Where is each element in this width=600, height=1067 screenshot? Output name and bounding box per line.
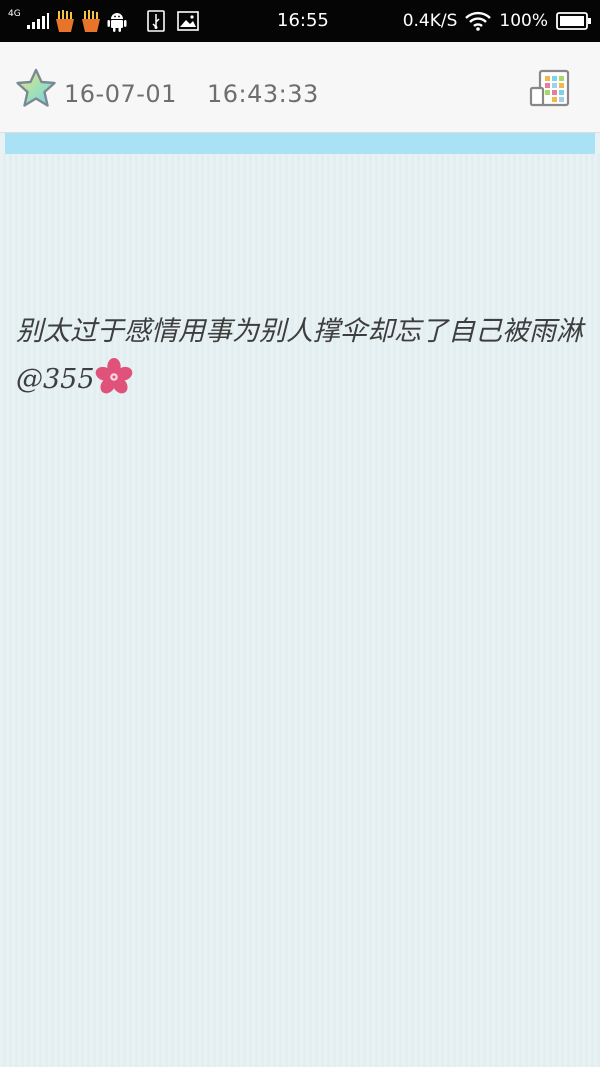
signal-icon <box>26 13 49 29</box>
status-left: 4G <box>8 0 199 42</box>
fries-icon <box>55 10 74 32</box>
note-time: 16:43:33 <box>207 80 319 108</box>
fries-icon <box>81 10 100 32</box>
battery-icon <box>556 12 591 30</box>
note-header: 16-07-01 16:43:33 <box>0 42 600 133</box>
status-time: 16:55 <box>277 10 329 31</box>
wifi-icon <box>465 11 492 31</box>
note-date: 16-07-01 <box>64 80 177 108</box>
accent-bar <box>5 133 595 154</box>
network-speed: 0.4K/S <box>402 11 458 31</box>
status-bar: 4G 16:55 0.4K/S 100% <box>0 0 600 42</box>
battery-level: 100% <box>499 11 548 31</box>
grid-icon[interactable] <box>528 68 572 108</box>
network-type: 4G <box>8 8 21 19</box>
flower-icon <box>95 358 132 394</box>
note-body[interactable]: 别太过于感情用事为别人撑伞却忘了自己被雨淋@355 <box>16 308 590 404</box>
image-icon <box>176 11 199 31</box>
android-icon <box>107 13 127 32</box>
note-paper[interactable] <box>0 154 600 1067</box>
usb-icon <box>146 10 165 32</box>
status-right: 0.4K/S 100% <box>403 0 592 42</box>
star-icon[interactable] <box>15 68 57 108</box>
